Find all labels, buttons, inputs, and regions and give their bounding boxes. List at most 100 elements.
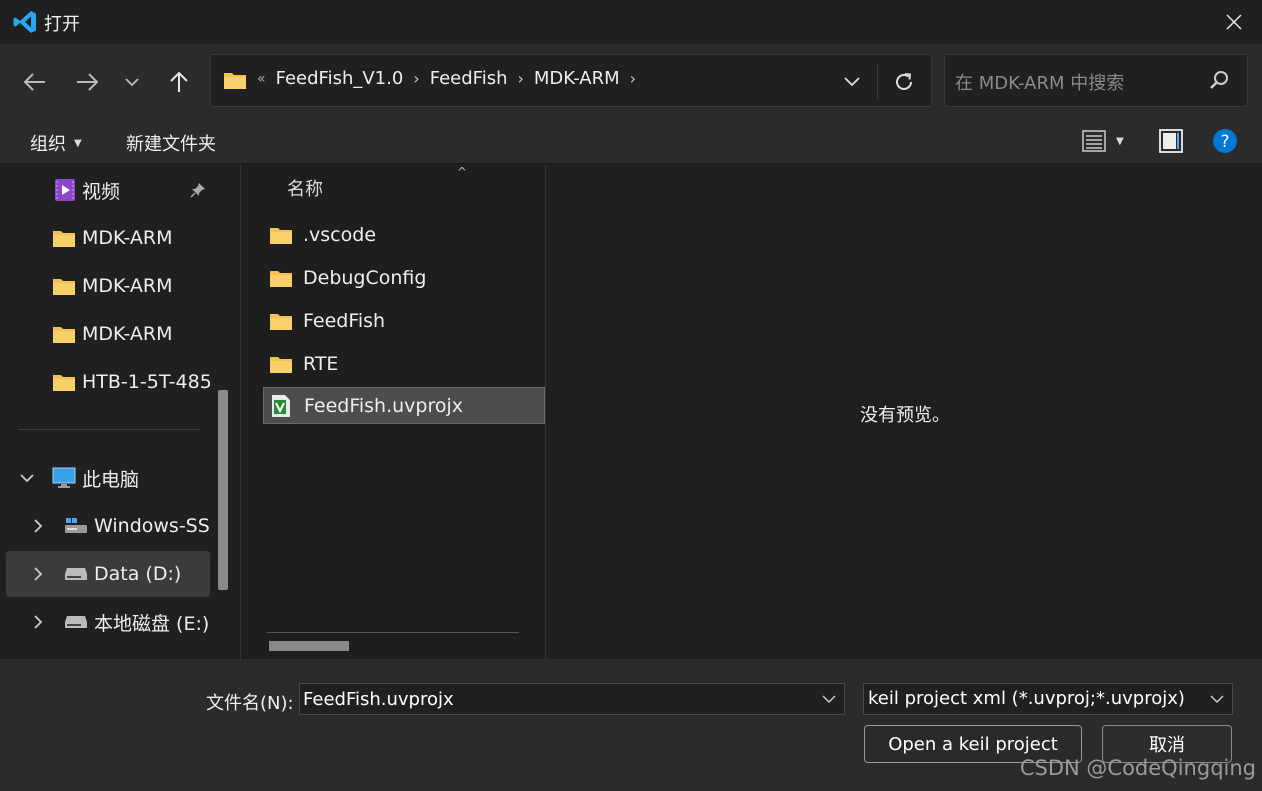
sidebar-item-mdk-arm[interactable]: MDK-ARM — [6, 311, 210, 357]
caret-down-icon: ▼ — [74, 137, 82, 149]
file-list[interactable]: ^ 名称 .vscode DebugConfig FeedFish RTE Fe… — [240, 165, 546, 659]
watermark: CSDN @CodeQingqing — [1019, 756, 1256, 780]
sidebar-item-data-d[interactable]: Data (D:) — [6, 551, 210, 597]
filename-input[interactable] — [303, 687, 803, 711]
file-name: FeedFish — [303, 309, 386, 332]
sidebar-item-label: Windows-SSD — [94, 515, 210, 537]
forward-button[interactable] — [69, 64, 105, 100]
sidebar-item-mdk-arm[interactable]: MDK-ARM — [6, 215, 210, 261]
search-box[interactable]: 在 MDK-ARM 中搜索 — [944, 54, 1248, 107]
breadcrumb-overflow[interactable]: « — [257, 71, 266, 87]
filename-label: 文件名(N): — [206, 693, 294, 714]
arrow-up-icon — [170, 71, 188, 92]
new-folder-label: 新建文件夹 — [126, 134, 216, 155]
folder-icon — [53, 231, 75, 247]
folder-icon — [224, 73, 246, 89]
chevron-down-icon[interactable] — [20, 473, 34, 483]
recent-locations-button[interactable] — [114, 64, 150, 100]
file-name: FeedFish.uvprojx — [304, 394, 464, 417]
help-button[interactable]: ? — [1212, 128, 1238, 154]
sidebar-item-this-pc[interactable]: 此电脑 — [6, 455, 210, 501]
search-placeholder[interactable]: 在 MDK-ARM 中搜索 — [955, 69, 1124, 95]
chevron-down-icon[interactable] — [822, 688, 836, 710]
pin-icon[interactable] — [190, 182, 206, 198]
filename-combobox[interactable] — [299, 683, 845, 715]
drive-icon — [65, 616, 87, 628]
help-icon: ? — [1213, 129, 1237, 153]
title-bar: 打开 — [0, 0, 1262, 44]
keil-project-icon — [272, 394, 290, 417]
computer-icon — [52, 467, 76, 488]
list-item[interactable]: RTE — [263, 345, 547, 382]
preview-pane-button[interactable] — [1159, 129, 1183, 153]
column-header-name[interactable]: 名称 — [287, 175, 323, 201]
folder-icon — [270, 313, 292, 330]
vscode-icon — [13, 11, 36, 33]
address-bar[interactable]: « FeedFish_V1.0 › FeedFish › MDK-ARM › — [210, 54, 932, 107]
refresh-icon — [896, 73, 912, 90]
sort-ascending-icon: ^ — [457, 165, 468, 179]
file-name: RTE — [303, 352, 339, 375]
vertical-scrollbar[interactable] — [218, 390, 228, 590]
sidebar-item-mdk-arm[interactable]: MDK-ARM — [6, 263, 210, 309]
file-name: .vscode — [303, 223, 377, 246]
file-name: DebugConfig — [303, 266, 427, 289]
breadcrumb-item[interactable]: MDK-ARM — [534, 68, 620, 89]
drive-icon — [65, 518, 87, 533]
up-button[interactable] — [161, 64, 197, 100]
list-item[interactable]: FeedFish — [263, 302, 547, 339]
breadcrumb-item[interactable]: FeedFish — [430, 68, 508, 89]
organize-menu[interactable]: 组织 ▼ — [30, 130, 82, 156]
organize-label: 组织 — [30, 134, 66, 155]
search-icon[interactable] — [1209, 70, 1229, 90]
close-icon — [1226, 14, 1242, 30]
sidebar-item-local-disk-e[interactable]: 本地磁盘 (E:) — [6, 599, 210, 645]
new-folder-button[interactable]: 新建文件夹 — [126, 130, 216, 156]
sidebar-item-label: MDK-ARM — [82, 323, 173, 345]
view-menu[interactable]: ▼ — [1082, 130, 1124, 152]
sidebar-item-windows-ssd[interactable]: Windows-SSD — [6, 503, 210, 549]
window-title: 打开 — [44, 14, 80, 35]
horizontal-scrollbar[interactable] — [269, 641, 349, 651]
chevron-down-icon — [125, 77, 139, 86]
list-item-selected[interactable]: FeedFish.uvprojx — [263, 387, 545, 424]
chevron-right-icon[interactable]: › — [517, 69, 523, 88]
arrow-left-icon — [24, 73, 45, 91]
chevron-right-icon[interactable] — [34, 519, 43, 533]
folder-icon — [53, 279, 75, 295]
divider — [18, 429, 200, 430]
breadcrumb: « FeedFish_V1.0 › FeedFish › MDK-ARM › — [257, 68, 646, 89]
chevron-right-icon[interactable]: › — [630, 69, 636, 88]
sidebar-item-label: HTB-1-5T-485- — [82, 371, 210, 393]
dialog-footer: 文件名(N): keil project xml (*.uvproj;*.uvp… — [0, 659, 1262, 791]
video-icon — [55, 179, 75, 201]
navigation-bar: « FeedFish_V1.0 › FeedFish › MDK-ARM › 在… — [0, 44, 1262, 118]
navigation-pane[interactable]: 视频 MDK-ARM MDK-ARM MDK-ARM HTB-1-5T-485-… — [0, 165, 238, 659]
folder-icon — [53, 327, 75, 343]
list-item[interactable]: DebugConfig — [263, 259, 547, 296]
command-bar: 组织 ▼ 新建文件夹 ▼ ? — [0, 118, 1262, 164]
chevron-right-icon[interactable]: › — [413, 69, 419, 88]
chevron-right-icon[interactable] — [34, 567, 43, 581]
folder-icon — [270, 227, 292, 244]
breadcrumb-item[interactable]: FeedFish_V1.0 — [276, 68, 404, 89]
address-history-button[interactable] — [837, 67, 867, 97]
preview-pane: 没有预览。 — [547, 165, 1262, 659]
back-button[interactable] — [17, 64, 53, 100]
folder-icon — [270, 270, 292, 287]
scroll-track — [267, 632, 519, 633]
sidebar-item-htb[interactable]: HTB-1-5T-485- — [6, 359, 210, 405]
divider — [877, 63, 878, 99]
sidebar-item-label: 本地磁盘 (E:) — [94, 612, 210, 635]
list-view-icon — [1082, 130, 1106, 152]
chevron-right-icon[interactable] — [34, 615, 43, 629]
sidebar-item-label: 此电脑 — [82, 468, 140, 491]
file-type-select[interactable]: keil project xml (*.uvproj;*.uvprojx) — [863, 683, 1233, 715]
list-item[interactable]: .vscode — [263, 216, 547, 253]
arrow-right-icon — [77, 73, 98, 91]
close-button[interactable] — [1206, 0, 1262, 44]
sidebar-item-label: MDK-ARM — [82, 275, 173, 297]
refresh-button[interactable] — [889, 67, 919, 97]
sidebar-item-videos[interactable]: 视频 — [6, 167, 210, 213]
sidebar-item-label: Data (D:) — [94, 563, 182, 585]
